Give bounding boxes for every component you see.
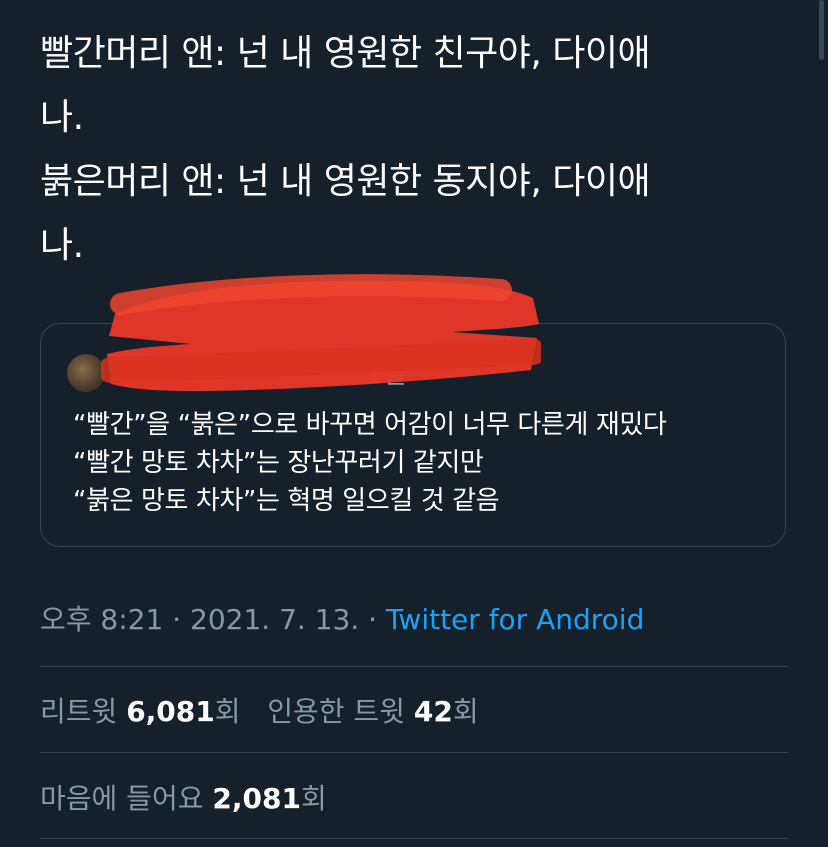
tweet-text-line: 나. <box>40 225 84 266</box>
quoted-tweet-text: “빨간”을 “붉은”으로 바꾸면 어감이 너무 다른게 재밌다 “빨간 망토 차… <box>73 406 667 520</box>
divider <box>40 666 788 667</box>
tweet-text: 빨간머리 앤: 넌 내 영원한 친구야, 다이애 나. 붉은머리 앤: 넌 내 … <box>40 22 800 278</box>
quote-tweets-count: 42 <box>413 695 453 728</box>
retweet-stats: 리트윗 6,081회 인용한 트윗 42회 <box>40 690 479 730</box>
tweet-date[interactable]: 2021. 7. 13. <box>190 603 359 636</box>
likes-link[interactable]: 마음에 들어요 2,081회 <box>40 782 327 815</box>
separator-dot: · <box>368 603 378 636</box>
retweets-count: 6,081 <box>126 695 215 728</box>
retweets-link[interactable]: 리트윗 6,081회 <box>40 695 249 728</box>
redaction-scribble <box>101 274 541 392</box>
likes-unit: 회 <box>300 782 327 815</box>
retweets-unit: 회 <box>214 695 241 728</box>
tweet-text-line: 나. <box>40 97 84 138</box>
quoted-tweet-line: “붉은 망토 차차”는 혁명 일으킬 것 같음 <box>73 486 500 516</box>
quoted-tweet-line: “빨간”을 “붉은”으로 바꾸면 어감이 너무 다른게 재밌다 <box>73 410 667 440</box>
quote-tweets-unit: 회 <box>452 695 479 728</box>
divider <box>40 752 788 753</box>
quoted-tweet-line: “빨간 망토 차차”는 장난꾸러기 같지만 <box>73 448 484 478</box>
tweet-time[interactable]: 오후 8:21 <box>40 603 163 636</box>
tweet-text-line: 빨간머리 앤: 넌 내 영원한 친구야, 다이애 <box>40 33 651 74</box>
scrollbar-thumb[interactable] <box>819 0 824 60</box>
avatar <box>67 354 105 392</box>
retweets-label: 리트윗 <box>40 695 118 728</box>
tweet-text-line: 붉은머리 앤: 넌 내 영원한 동지야, 다이애 <box>40 161 651 202</box>
likes-stats: 마음에 들어요 2,081회 <box>40 777 327 817</box>
quoted-tweet-card[interactable]: 1일 “빨간”을 “붉은”으로 바꾸면 어감이 너무 다른게 재밌다 “빨간 망… <box>40 274 786 547</box>
tweet-timestamp: 오후 8:21 · 2021. 7. 13. · Twitter for And… <box>40 598 644 638</box>
tweet-source-link[interactable]: Twitter for Android <box>386 603 644 636</box>
quote-tweets-label: 인용한 트윗 <box>267 695 405 728</box>
quote-tweets-link[interactable]: 인용한 트윗 42회 <box>267 695 478 728</box>
separator-dot: · <box>172 603 182 636</box>
divider <box>40 838 788 839</box>
likes-count: 2,081 <box>212 782 301 815</box>
likes-label: 마음에 들어요 <box>40 782 204 815</box>
